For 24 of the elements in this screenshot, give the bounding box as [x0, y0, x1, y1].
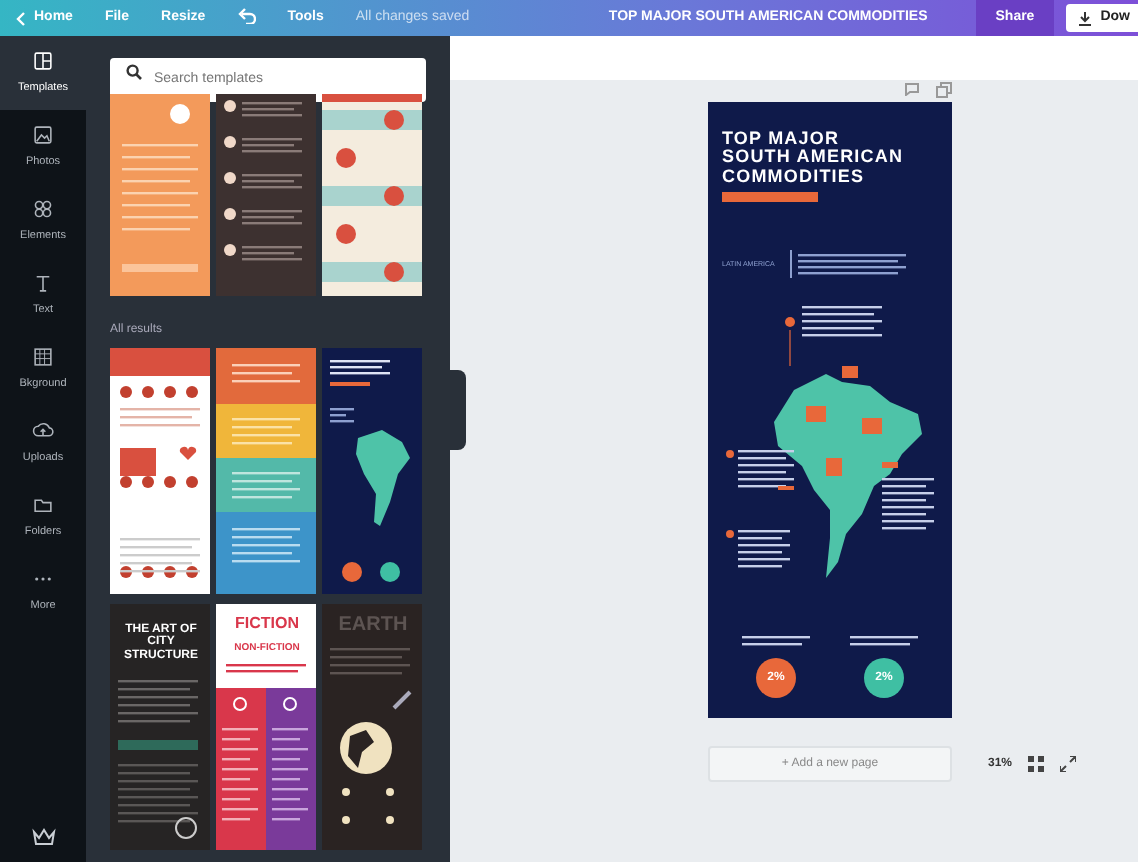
back-chevron-icon: [16, 11, 26, 25]
download-icon: [1078, 11, 1093, 25]
upload-icon: [32, 419, 54, 442]
panel-collapse-handle[interactable]: [450, 369, 466, 449]
template-thumbnail[interactable]: [322, 348, 422, 594]
text-lines-drawing: [850, 634, 918, 651]
infographic-title: TOP MAJOR SOUTH AMERICAN COMMODITIES: [722, 130, 906, 187]
text-lines-drawing: [742, 634, 810, 651]
shapes-icon: [32, 197, 54, 220]
template-title: FICTION: [233, 616, 301, 633]
text-lines-drawing: [790, 250, 911, 279]
template-thumbnail[interactable]: [110, 94, 210, 296]
template-thumbnail[interactable]: [110, 348, 210, 594]
template-thumbnail[interactable]: [322, 94, 422, 296]
grid-view-icon[interactable]: [1028, 756, 1045, 772]
search-icon: [126, 64, 142, 80]
grid-icon: [32, 345, 54, 368]
template-thumbnail[interactable]: [216, 348, 316, 594]
template-thumbnail[interactable]: [216, 94, 316, 296]
templates-icon: [32, 49, 54, 72]
text-icon: [32, 271, 54, 294]
fullscreen-icon[interactable]: [1060, 756, 1077, 772]
subtitle-bar: [722, 192, 818, 203]
image-icon: [32, 123, 54, 146]
